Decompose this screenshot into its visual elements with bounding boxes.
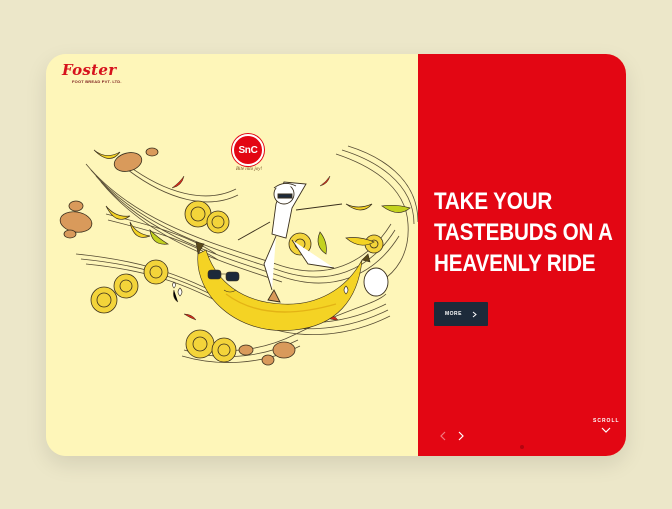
next-slide-button[interactable] bbox=[456, 430, 466, 442]
headline-line-1: TAKE YOUR bbox=[434, 188, 553, 215]
potatoes bbox=[59, 147, 296, 366]
big-banana bbox=[195, 241, 371, 331]
swirl-lines bbox=[75, 145, 418, 363]
hero-card: Foster FOOT BREAD PVT. LTD. SnC Bite int… bbox=[46, 54, 626, 456]
slide-nav bbox=[438, 430, 466, 442]
chevron-right-icon bbox=[472, 311, 477, 317]
brand-tagline: Bite into joy! bbox=[236, 167, 263, 172]
scroll-indicator[interactable]: SCROLL bbox=[593, 418, 620, 433]
chips bbox=[90, 200, 384, 363]
snack-illustration bbox=[59, 145, 418, 366]
small-bananas bbox=[93, 149, 411, 303]
snc-brand-badge[interactable]: SnC bbox=[232, 134, 264, 166]
more-button[interactable]: MORE bbox=[434, 302, 488, 326]
chevron-left-icon bbox=[440, 431, 446, 441]
chevron-right-icon bbox=[458, 431, 464, 441]
chevron-down-icon bbox=[601, 427, 611, 433]
headline-line-2: TASTEBUDS ON A bbox=[434, 219, 613, 246]
headline-line-3: HEAVENLY RIDE bbox=[434, 250, 596, 277]
scroll-label: SCROLL bbox=[593, 418, 620, 424]
more-button-label: MORE bbox=[445, 311, 462, 317]
badge-text: SnC bbox=[238, 144, 258, 156]
hero-headline: TAKE YOUR TASTEBUDS ON A HEAVENLY RIDE bbox=[434, 186, 613, 279]
prev-slide-button[interactable] bbox=[438, 430, 448, 442]
headline-panel: TAKE YOUR TASTEBUDS ON A HEAVENLY RIDE M… bbox=[418, 54, 626, 456]
illustration-panel: Foster FOOT BREAD PVT. LTD. SnC Bite int… bbox=[46, 54, 418, 456]
slide-indicator-dot[interactable] bbox=[520, 445, 524, 449]
